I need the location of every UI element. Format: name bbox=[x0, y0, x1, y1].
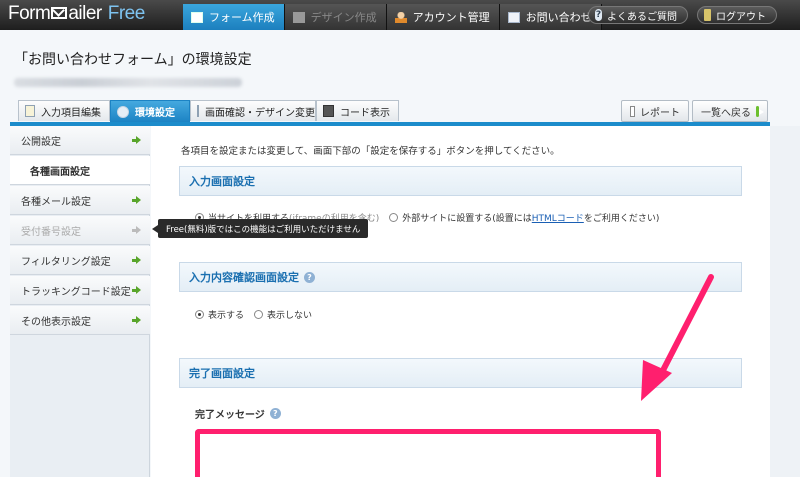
sidebar-item-label: 各種画面設定 bbox=[30, 166, 90, 178]
sidebar-item-tracking[interactable]: トラッキングコード設定 bbox=[10, 276, 150, 305]
tab-environment[interactable]: 環境設定 bbox=[110, 100, 190, 122]
gear-icon bbox=[117, 105, 129, 118]
main-content: 各項目を設定または変更して、画面下部の「設定を保存する」ボタンを押してください。… bbox=[151, 126, 770, 477]
tab-code-view[interactable]: コード表示 bbox=[316, 100, 399, 121]
section-input-screen: 入力画面設定 bbox=[179, 166, 742, 196]
formmailer-logo[interactable]: Form ailer Free bbox=[8, 3, 145, 27]
sidebar-item-label: 受付番号設定 bbox=[21, 226, 81, 238]
back-label: 一覧へ戻る bbox=[701, 107, 751, 119]
mail-icon bbox=[507, 11, 520, 23]
arrow-right-icon bbox=[132, 196, 141, 205]
arrow-right-icon bbox=[132, 286, 141, 295]
faq-label: よくあるご質問 bbox=[607, 11, 677, 23]
tab-label: 画面確認・デザイン変更 bbox=[205, 107, 315, 119]
complete-message-textarea[interactable] bbox=[195, 429, 661, 477]
door-icon bbox=[704, 9, 711, 21]
section-title: 入力内容確認画面設定 bbox=[189, 271, 299, 284]
back-to-list-button[interactable]: 一覧へ戻る bbox=[692, 100, 768, 122]
radio-show-confirm[interactable] bbox=[195, 310, 204, 319]
report-icon bbox=[630, 105, 635, 117]
settings-sidebar: 公開設定 各種画面設定 各種メール設定 受付番号設定 フィルタリング設定 トラッ… bbox=[10, 126, 150, 477]
nav-label: お問い合わせ bbox=[525, 11, 592, 24]
sidebar-item-label: その他表示設定 bbox=[21, 316, 91, 328]
sidebar-item-filtering[interactable]: フィルタリング設定 bbox=[10, 246, 150, 275]
option-external-site-label[interactable]: 外部サイトに設置する bbox=[402, 211, 492, 224]
nav-form-create[interactable]: フォーム作成 bbox=[183, 4, 285, 30]
faq-button[interactable]: ? よくあるご質問 bbox=[588, 6, 688, 24]
arrow-right-icon bbox=[756, 105, 764, 117]
nav-design-create: デザイン作成 bbox=[284, 4, 387, 30]
nav-label: フォーム作成 bbox=[209, 11, 275, 24]
arrow-right-icon bbox=[132, 316, 141, 325]
help-icon[interactable]: ? bbox=[269, 408, 281, 419]
sidebar-item-screens[interactable]: 各種画面設定 bbox=[10, 156, 150, 185]
option-external-note-pre: (設置には bbox=[492, 214, 532, 224]
top-header: Form ailer Free フォーム作成 デザイン作成 アカウント管理 お問い合… bbox=[0, 0, 800, 30]
page-title: 「お問い合わせフォーム」の環境設定 bbox=[14, 52, 252, 68]
settings-tabbar: 入力項目編集 環境設定 画面確認・デザイン変更 コード表示 レポート 一覧へ戻る bbox=[10, 96, 770, 126]
logout-button[interactable]: ログアウト bbox=[697, 6, 777, 24]
tab-label: 入力項目編集 bbox=[41, 107, 101, 119]
tab-input-items[interactable]: 入力項目編集 bbox=[18, 100, 110, 121]
logo-text-mid: ailer bbox=[68, 3, 102, 24]
main-nav: フォーム作成 デザイン作成 アカウント管理 お問い合わせ bbox=[183, 4, 602, 30]
envelope-icon bbox=[51, 7, 68, 19]
sidebar-item-label: フィルタリング設定 bbox=[21, 256, 111, 268]
field-label-text: 完了メッセージ bbox=[195, 410, 265, 421]
section-title: 完了画面設定 bbox=[189, 367, 255, 380]
tab-label: コード表示 bbox=[340, 107, 390, 119]
screen-icon bbox=[197, 105, 199, 117]
sidebar-item-label: 各種メール設定 bbox=[21, 196, 91, 208]
sidebar-item-other-display[interactable]: その他表示設定 bbox=[10, 306, 150, 335]
form-icon bbox=[191, 11, 203, 23]
html-code-link[interactable]: HTMLコード bbox=[532, 211, 584, 224]
nav-contact[interactable]: お問い合わせ bbox=[499, 4, 602, 30]
sidebar-item-label: トラッキングコード設定 bbox=[21, 286, 131, 298]
arrow-right-icon bbox=[132, 226, 141, 235]
section-complete-screen: 完了画面設定 bbox=[179, 358, 742, 388]
hide-confirm-label[interactable]: 表示しない bbox=[267, 308, 312, 321]
user-icon bbox=[394, 11, 407, 23]
design-icon bbox=[292, 11, 305, 23]
nav-label: デザイン作成 bbox=[310, 11, 377, 24]
arrow-right-icon bbox=[132, 256, 141, 265]
section-confirm-screen: 入力内容確認画面設定 ? bbox=[179, 262, 742, 292]
radio-hide-confirm[interactable] bbox=[254, 310, 264, 319]
disabled-feature-tooltip: Free(無料)版ではこの機能はご利用いただけません bbox=[151, 219, 369, 238]
intro-text: 各項目を設定または変更して、画面下部の「設定を保存する」ボタンを押してください。 bbox=[181, 146, 560, 157]
help-icon[interactable]: ? bbox=[304, 271, 315, 283]
tab-label: 環境設定 bbox=[135, 108, 175, 119]
sidebar-item-label: 公開設定 bbox=[21, 136, 61, 148]
complete-message-label: 完了メッセージ ? bbox=[195, 406, 281, 421]
show-confirm-label[interactable]: 表示する bbox=[208, 308, 244, 321]
section-title: 入力画面設定 bbox=[189, 175, 255, 188]
edit-icon bbox=[25, 105, 35, 117]
logout-label: ログアウト bbox=[716, 11, 766, 23]
option-external-note-post: をご利用ください) bbox=[583, 214, 660, 224]
logo-free: Free bbox=[107, 3, 146, 24]
sidebar-item-publish[interactable]: 公開設定 bbox=[10, 126, 150, 155]
blurred-form-url bbox=[14, 78, 242, 87]
tab-screen-design[interactable]: 画面確認・デザイン変更 bbox=[190, 100, 316, 121]
confirm-screen-options: 表示する 表示しない bbox=[195, 308, 312, 321]
report-button[interactable]: レポート bbox=[621, 100, 689, 122]
sidebar-item-reception-number: 受付番号設定 bbox=[10, 216, 150, 245]
sidebar-item-mail[interactable]: 各種メール設定 bbox=[10, 186, 150, 215]
radio-external-site[interactable] bbox=[389, 213, 399, 222]
page-gutter bbox=[770, 126, 800, 477]
nav-label: アカウント管理 bbox=[412, 11, 490, 24]
code-icon bbox=[323, 105, 334, 117]
report-label: レポート bbox=[640, 107, 680, 119]
logo-text: Form bbox=[8, 3, 51, 24]
nav-account[interactable]: アカウント管理 bbox=[386, 4, 500, 30]
arrow-right-icon bbox=[132, 136, 141, 145]
question-icon: ? bbox=[595, 9, 602, 21]
